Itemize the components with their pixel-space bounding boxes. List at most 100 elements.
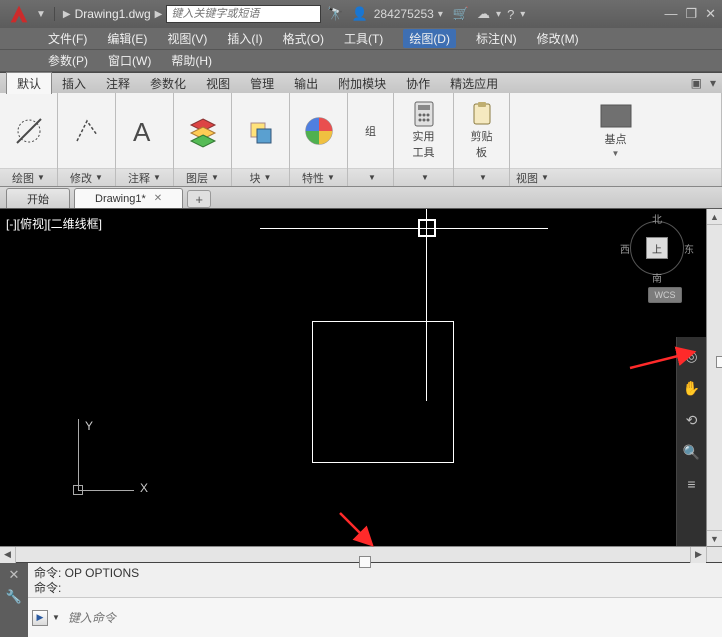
cloud-dropdown-icon[interactable]: ▾ — [496, 9, 501, 20]
menu-edit[interactable]: 编辑(E) — [107, 30, 147, 47]
h-scroll-thumb[interactable] — [359, 556, 371, 568]
ribbon: 绘图▼ 修改▼ A 注释▼ 图层▼ 块▼ 特性▼ 组 ▼ 实用工具 ▼ 剪贴板 … — [0, 93, 722, 187]
help-dropdown-icon[interactable]: ▾ — [520, 9, 525, 20]
nav-zoom-icon[interactable]: 🔍 — [681, 441, 703, 463]
command-input-line: ▶ ▼ — [28, 597, 722, 637]
block-icon — [243, 113, 279, 149]
nav-pan-icon[interactable]: ✋ — [681, 377, 703, 399]
panel-blocks: 块▼ — [232, 93, 290, 186]
tab-view[interactable]: 视图 — [196, 73, 240, 94]
menu-view[interactable]: 视图(V) — [167, 30, 207, 47]
panel-modify: 修改▼ — [58, 93, 116, 186]
y-axis-label: Y — [85, 419, 93, 433]
scroll-up-button[interactable]: ▲ — [707, 209, 722, 225]
nav-orbit-icon[interactable]: ⟲ — [681, 409, 703, 431]
doctab-start[interactable]: 开始 — [6, 188, 70, 208]
cmd-dropdown-icon[interactable]: ▼ — [52, 613, 60, 622]
clipboard-icon — [470, 102, 494, 126]
title-bar: ▼ ▶ Drawing1.dwg ▶ 🔭 👤 284275253 ▾ 🛒 ☁ ▾… — [0, 0, 722, 28]
cmd-run-button[interactable]: ▶ — [32, 610, 48, 626]
menu-tools[interactable]: 工具(T) — [344, 30, 383, 47]
menu-bar-1: 文件(F) 编辑(E) 视图(V) 插入(I) 格式(O) 工具(T) 绘图(D… — [0, 28, 722, 50]
user-name[interactable]: 284275253 — [374, 7, 434, 21]
breadcrumb-arrow-icon: ▶ — [155, 9, 163, 20]
panel-draw: 绘图▼ — [0, 93, 58, 186]
horizontal-scrollbar[interactable]: ◀ ▶ — [0, 546, 706, 562]
annotation-arrow-down — [334, 509, 380, 551]
menu-format[interactable]: 格式(O) — [283, 30, 324, 47]
view-cube[interactable]: 上 北 南 西 东 — [624, 215, 690, 281]
cloud-icon[interactable]: ☁ — [477, 6, 490, 22]
window-controls: — ❐ ✕ — [664, 6, 716, 22]
close-button[interactable]: ✕ — [705, 6, 716, 22]
viewport-label[interactable]: [-][俯视][二维线框] — [6, 215, 102, 232]
search-input[interactable] — [166, 5, 321, 23]
panel-group: 组 ▼ — [348, 93, 394, 186]
command-input[interactable] — [64, 609, 718, 627]
app-logo[interactable] — [6, 3, 32, 25]
user-icon[interactable]: 👤 — [352, 6, 368, 22]
panel-utilities: 实用工具 ▼ — [394, 93, 454, 186]
tab-default[interactable]: 默认 — [6, 72, 52, 94]
properties-icon — [301, 113, 337, 149]
command-history: 命令: OP OPTIONS 命令: — [28, 563, 722, 597]
ribbon-play-icon[interactable]: ▣ — [691, 76, 702, 90]
nav-wheel-icon[interactable]: ◎ — [681, 345, 703, 367]
text-icon: A — [127, 113, 163, 149]
v-scroll-thumb[interactable] — [716, 356, 722, 368]
tab-output[interactable]: 输出 — [284, 73, 328, 94]
command-sidebar: ✕ 🔧 — [0, 563, 28, 637]
scroll-down-button[interactable]: ▼ — [707, 530, 722, 546]
drawing-area[interactable]: [-][俯视][二维线框] Y X 上 北 南 西 东 WCS — [0, 209, 706, 546]
new-tab-button[interactable]: + — [187, 190, 211, 208]
wcs-badge[interactable]: WCS — [648, 287, 682, 303]
user-dropdown-icon[interactable]: ▾ — [438, 9, 443, 20]
scroll-right-button[interactable]: ▶ — [690, 547, 706, 563]
vertical-scrollbar[interactable]: ▲ ▼ — [706, 209, 722, 546]
menu-help[interactable]: 帮助(H) — [171, 52, 212, 69]
modify-icon — [69, 113, 105, 149]
tab-insert[interactable]: 插入 — [52, 73, 96, 94]
menu-dimension[interactable]: 标注(N) — [476, 30, 517, 47]
nav-menu-icon[interactable]: ≡ — [681, 473, 703, 495]
panel-layers: 图层▼ — [174, 93, 232, 186]
ribbon-collapse-icon[interactable]: ▾ — [710, 76, 716, 90]
drawn-rectangle — [312, 321, 454, 463]
minimize-button[interactable]: — — [664, 6, 677, 22]
menu-params[interactable]: 参数(P) — [48, 52, 88, 69]
calculator-icon — [412, 102, 436, 126]
panel-annotate: A 注释▼ — [116, 93, 174, 186]
tab-collab[interactable]: 协作 — [396, 73, 440, 94]
panel-properties: 特性▼ — [290, 93, 348, 186]
document-tabs: 开始 Drawing1*✕ + — [0, 187, 722, 209]
menu-file[interactable]: 文件(F) — [48, 30, 87, 47]
svg-text:A: A — [133, 117, 151, 147]
maximize-button[interactable]: ❐ — [685, 6, 697, 22]
crosshair-pickbox — [418, 219, 436, 237]
tab-featured[interactable]: 精选应用 — [440, 73, 508, 94]
layers-icon — [185, 113, 221, 149]
tab-addons[interactable]: 附加模块 — [328, 73, 396, 94]
menu-modify[interactable]: 修改(M) — [537, 30, 579, 47]
command-area: ✕ 🔧 命令: OP OPTIONS 命令: ▶ ▼ — [0, 562, 722, 637]
scroll-left-button[interactable]: ◀ — [0, 547, 16, 563]
qat-dropdown-icon[interactable]: ▼ — [36, 9, 46, 20]
cmd-tools-icon[interactable]: 🔧 — [6, 589, 22, 605]
navigation-bar: ◎ ✋ ⟲ 🔍 ≡ — [676, 337, 706, 546]
help-icon[interactable]: ? — [507, 7, 514, 22]
tab-annotate[interactable]: 注释 — [96, 73, 140, 94]
menu-bar-2: 参数(P) 窗口(W) 帮助(H) — [0, 50, 722, 72]
cmd-close-icon[interactable]: ✕ — [9, 567, 20, 583]
menu-window[interactable]: 窗口(W) — [108, 52, 151, 69]
breadcrumb-arrow-icon: ▶ — [63, 9, 71, 20]
doctab-drawing1[interactable]: Drawing1*✕ — [74, 188, 183, 208]
menu-draw[interactable]: 绘图(D) — [403, 29, 456, 48]
ribbon-tabs: 默认 插入 注释 参数化 视图 管理 输出 附加模块 协作 精选应用 ▣ ▾ — [0, 72, 722, 93]
tab-parametric[interactable]: 参数化 — [140, 73, 196, 94]
binoculars-icon[interactable]: 🔭 — [327, 6, 343, 22]
tab-manage[interactable]: 管理 — [240, 73, 284, 94]
cart-icon[interactable]: 🛒 — [453, 6, 469, 22]
menu-insert[interactable]: 插入(I) — [227, 30, 262, 47]
close-tab-icon[interactable]: ✕ — [154, 193, 162, 204]
ucs-origin-icon — [73, 485, 83, 495]
